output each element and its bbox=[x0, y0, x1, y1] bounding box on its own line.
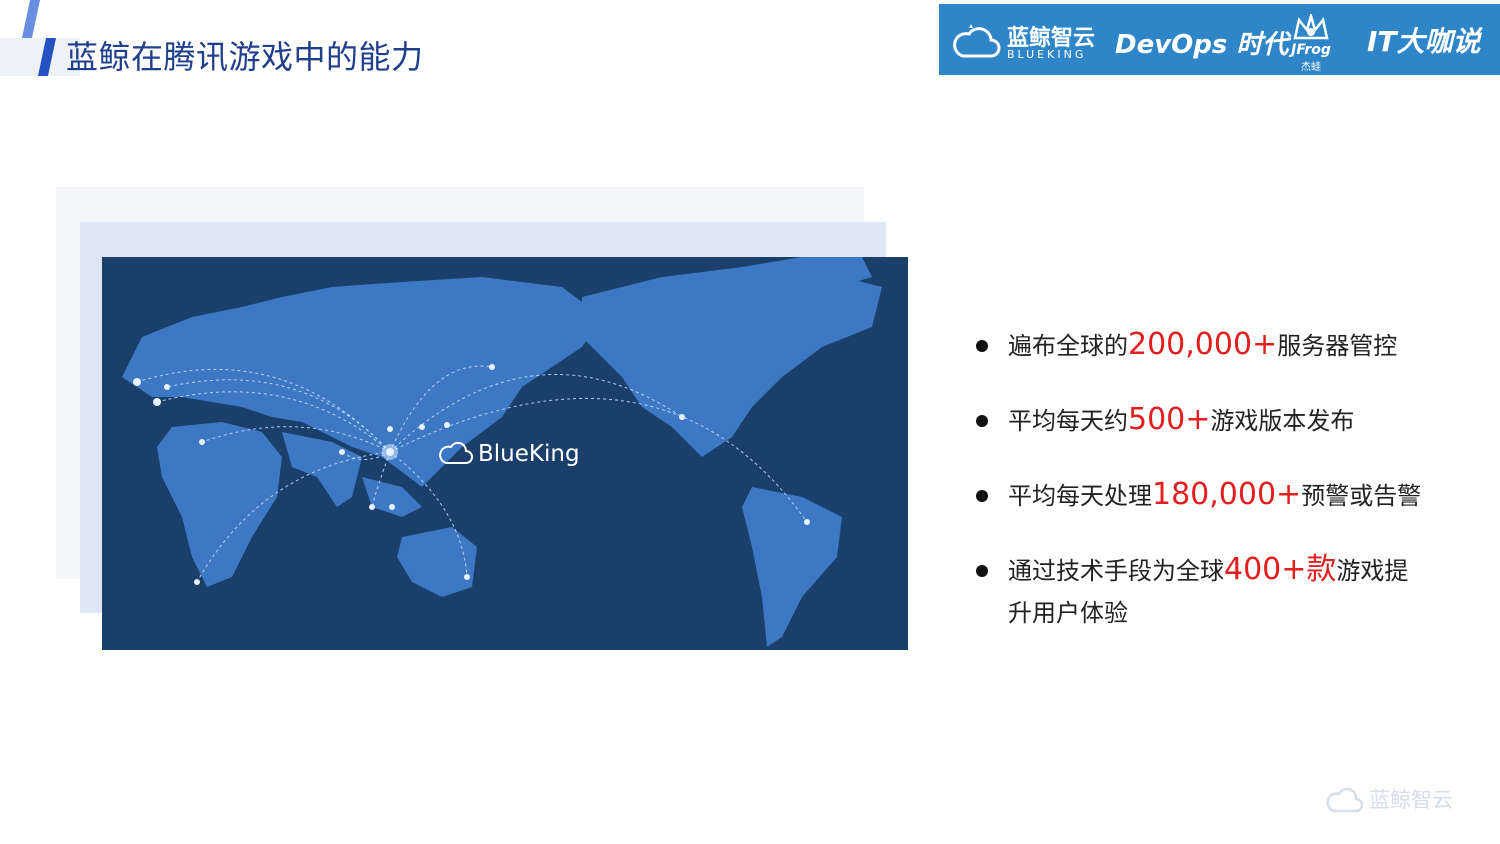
landmass-se-asia bbox=[362, 477, 422, 517]
list-item: 遍布全球的200,000+服务器管控 bbox=[972, 324, 1472, 367]
bullet-text: 平均每天约 bbox=[1008, 407, 1128, 435]
jfrog-logo-cn: 杰蛙 bbox=[1301, 62, 1321, 73]
jfrog-logo-word: JFrog bbox=[1291, 42, 1331, 58]
bullet-text: 游戏版本发布 bbox=[1210, 407, 1355, 435]
blueking-logo-en: BLUEKING bbox=[1007, 48, 1087, 61]
landmass-south-america bbox=[742, 487, 842, 647]
it-dakashuo-logo: IT大咖说 bbox=[1367, 20, 1481, 60]
landmass-north-america bbox=[582, 267, 882, 457]
bullet-highlight: 500+ bbox=[1128, 402, 1211, 437]
bullet-text: 平均每天处理 bbox=[1008, 482, 1152, 510]
jfrog-logo: JFrog 杰蛙 bbox=[1289, 14, 1333, 73]
cloud-icon bbox=[1326, 787, 1364, 813]
landmass-australia bbox=[397, 527, 477, 597]
landmass-africa bbox=[157, 422, 282, 587]
list-item: 平均每天处理180,000+预警或告警 bbox=[972, 474, 1472, 517]
blueking-logo: 蓝鲸智云 BLUEKING bbox=[951, 18, 1095, 64]
bullet-dot bbox=[976, 340, 988, 352]
bullet-dot bbox=[976, 490, 988, 502]
footer-brand-logo: 蓝鲸智云 bbox=[1325, 782, 1465, 818]
list-item: 通过技术手段为全球400+款游戏提升用户体验 bbox=[972, 549, 1432, 634]
bullet-text: 通过技术手段为全球 bbox=[1008, 557, 1224, 585]
bullet-text: 服务器管控 bbox=[1277, 332, 1398, 360]
page-title: 蓝鲸在腾讯游戏中的能力 bbox=[66, 38, 424, 76]
devops-logo: DevOps 时代 bbox=[1115, 30, 1289, 60]
list-item: 平均每天约500+游戏版本发布 bbox=[972, 399, 1472, 442]
crown-icon bbox=[1293, 14, 1329, 40]
bullet-text: 遍布全球的 bbox=[1008, 332, 1128, 360]
map-brand-label: BlueKing bbox=[478, 441, 580, 467]
bullet-highlight: 180,000+ bbox=[1152, 477, 1302, 512]
bullet-dot bbox=[976, 565, 988, 577]
cloud-icon bbox=[953, 24, 1001, 58]
bullet-highlight: 400+款 bbox=[1224, 552, 1337, 587]
bullet-highlight: 200,000+ bbox=[1128, 327, 1278, 362]
bullet-text: 预警或告警 bbox=[1301, 482, 1422, 510]
footer-brand-text: 蓝鲸智云 bbox=[1369, 788, 1453, 812]
it-logo-text: IT大咖说 bbox=[1367, 25, 1481, 58]
world-map: BlueKing bbox=[102, 257, 908, 650]
bullet-dot bbox=[976, 415, 988, 427]
title-accent-bar bbox=[21, 0, 41, 38]
partner-logo-strip: 蓝鲸智云 BLUEKING DevOps 时代 JFrog 杰蛙 IT大咖说 bbox=[939, 4, 1500, 75]
